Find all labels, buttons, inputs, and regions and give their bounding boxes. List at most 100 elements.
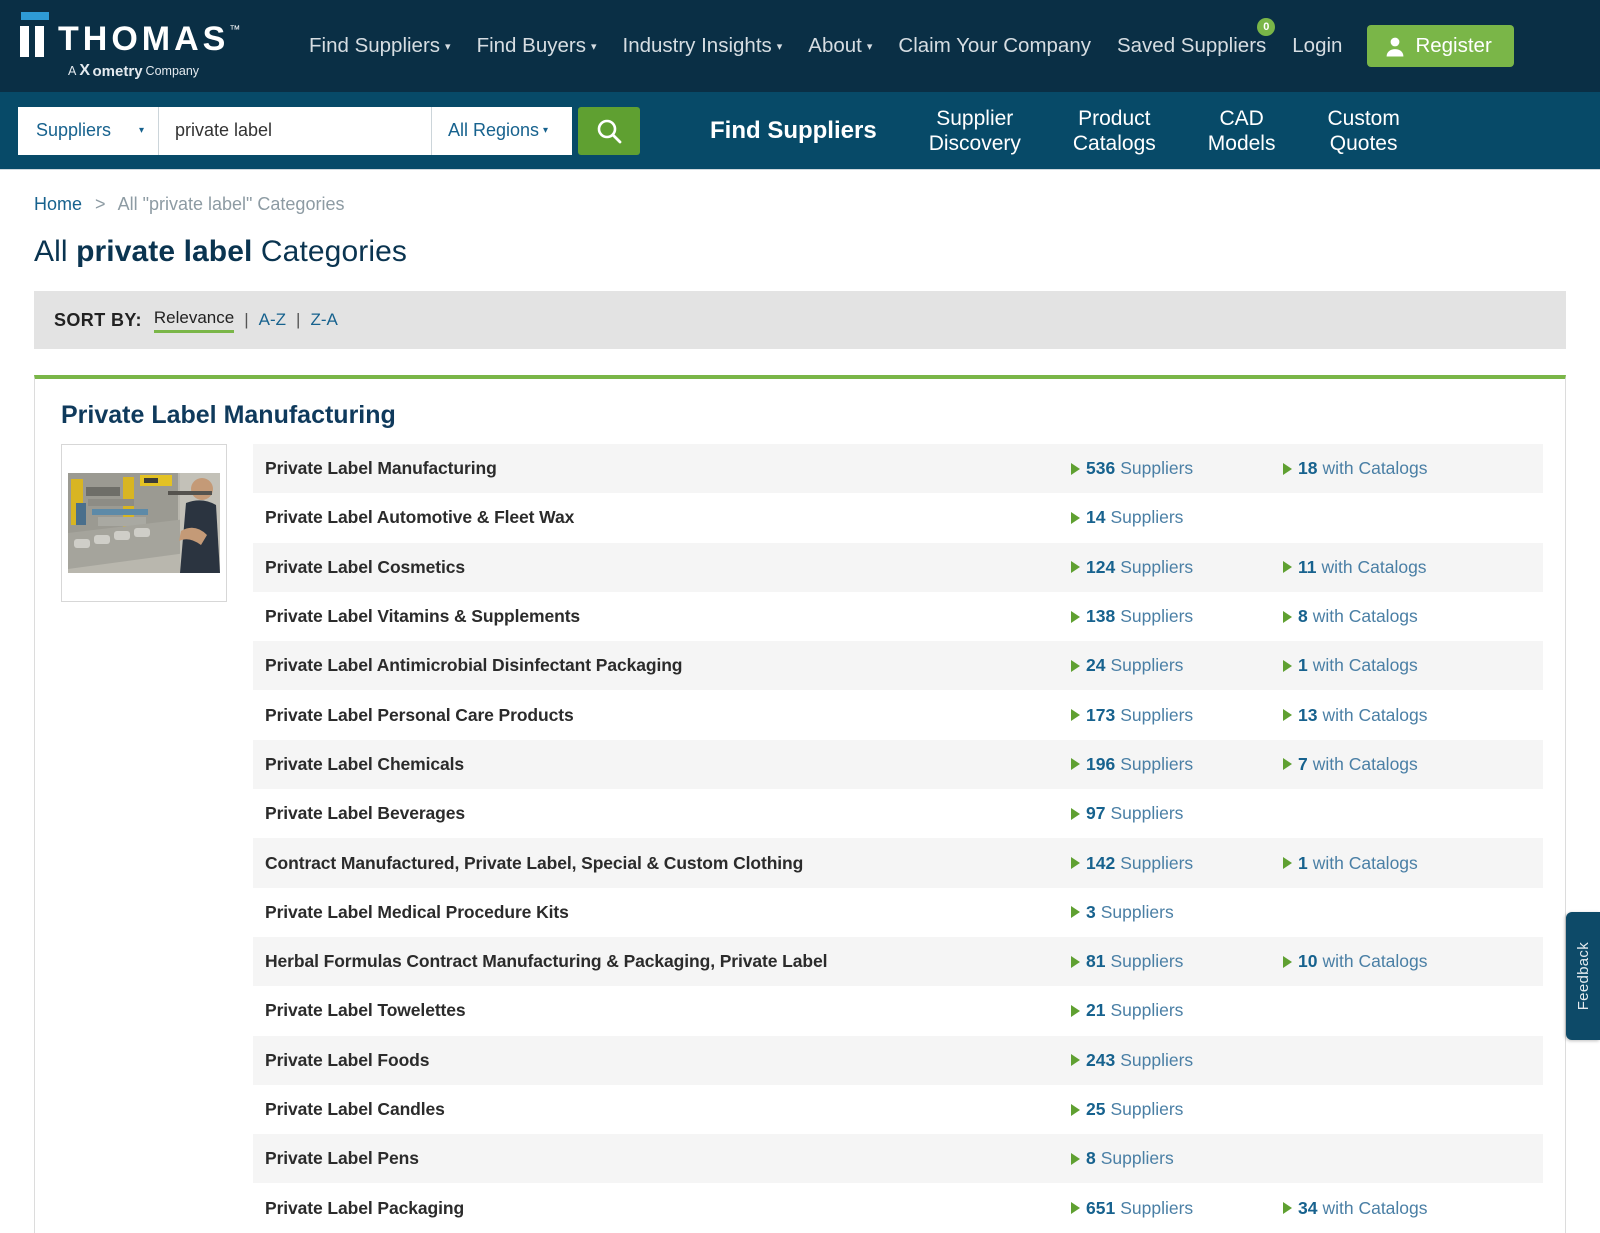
row-category-name: Private Label Personal Care Products — [265, 705, 1071, 726]
row-suppliers-link[interactable]: 243Suppliers — [1071, 1050, 1283, 1071]
nav-saved-suppliers[interactable]: Saved Suppliers0 — [1104, 30, 1279, 62]
row-suppliers-link[interactable]: 651Suppliers — [1071, 1198, 1283, 1219]
row-catalogs-label: with Catalogs — [1322, 705, 1427, 726]
row-catalogs-label: with Catalogs — [1322, 557, 1427, 578]
sort-option-az[interactable]: A-Z — [259, 310, 286, 330]
secnav-supplier-discovery[interactable]: Supplier Discovery — [903, 106, 1047, 156]
table-row[interactable]: Herbal Formulas Contract Manufacturing &… — [253, 937, 1543, 986]
row-suppliers-link[interactable]: 536Suppliers — [1071, 458, 1283, 479]
thomas-logo[interactable]: THOMAS ™ A Xometry Company — [18, 12, 270, 80]
table-row[interactable]: Private Label Medical Procedure Kits 3Su… — [253, 888, 1543, 937]
row-catalogs-link[interactable]: 13with Catalogs — [1283, 705, 1543, 726]
row-catalogs-count: 10 — [1298, 951, 1317, 972]
chevron-down-icon: ▾ — [867, 41, 873, 53]
category-card: Private Label Manufacturing — [34, 375, 1566, 1233]
tagline-company: Company — [146, 64, 200, 78]
nav-industry-insights[interactable]: Industry Insights ▾ — [610, 30, 796, 62]
nav-claim-your-company[interactable]: Claim Your Company — [885, 30, 1104, 62]
row-catalogs-link[interactable]: 8with Catalogs — [1283, 606, 1543, 627]
table-row[interactable]: Private Label Candles 25Suppliers — [253, 1085, 1543, 1134]
table-row[interactable]: Private Label Towelettes 21Suppliers — [253, 986, 1543, 1035]
row-suppliers-count: 196 — [1086, 754, 1115, 775]
table-row[interactable]: Private Label Pens 8Suppliers — [253, 1134, 1543, 1183]
row-suppliers-link[interactable]: 14Suppliers — [1071, 507, 1283, 528]
category-card-title: Private Label Manufacturing — [35, 379, 1565, 444]
nav-find-suppliers[interactable]: Find Suppliers▾ — [296, 30, 464, 62]
nav-login[interactable]: Login — [1279, 30, 1355, 62]
row-suppliers-label: Suppliers — [1120, 1050, 1193, 1071]
table-row[interactable]: Private Label Foods 243Suppliers — [253, 1036, 1543, 1085]
row-suppliers-link[interactable]: 81Suppliers — [1071, 951, 1283, 972]
nav-label: Find Buyers — [477, 34, 586, 57]
row-catalogs-link[interactable]: 18with Catalogs — [1283, 458, 1543, 479]
row-suppliers-link[interactable]: 21Suppliers — [1071, 1000, 1283, 1021]
secnav-product-catalogs[interactable]: Product Catalogs — [1047, 106, 1182, 156]
register-button-label: Register — [1415, 34, 1491, 58]
secnav-label-line2: Quotes — [1330, 132, 1398, 155]
row-catalogs-count: 7 — [1298, 754, 1308, 775]
row-suppliers-count: 25 — [1086, 1099, 1105, 1120]
row-catalogs-link[interactable]: 7with Catalogs — [1283, 754, 1543, 775]
row-suppliers-link[interactable]: 142Suppliers — [1071, 853, 1283, 874]
triangle-right-icon — [1071, 808, 1080, 820]
row-suppliers-link[interactable]: 124Suppliers — [1071, 557, 1283, 578]
chevron-down-icon: ▾ — [139, 125, 144, 136]
row-catalogs-count: 18 — [1298, 458, 1317, 479]
register-button[interactable]: Register — [1367, 25, 1513, 67]
triangle-right-icon — [1283, 857, 1292, 869]
row-catalogs-link[interactable]: 10with Catalogs — [1283, 951, 1543, 972]
row-category-name: Private Label Pens — [265, 1148, 1071, 1169]
row-suppliers-link[interactable]: 25Suppliers — [1071, 1099, 1283, 1120]
table-row[interactable]: Private Label Chemicals 196Suppliers 7wi… — [253, 740, 1543, 789]
row-suppliers-link[interactable]: 97Suppliers — [1071, 803, 1283, 824]
sort-separator-2: | — [296, 310, 300, 330]
row-catalogs-link[interactable]: 11with Catalogs — [1283, 557, 1543, 578]
table-row[interactable]: Private Label Beverages 97Suppliers — [253, 789, 1543, 838]
sort-option-relevance[interactable]: Relevance — [154, 308, 234, 333]
table-row[interactable]: Private Label Cosmetics 124Suppliers 11w… — [253, 543, 1543, 592]
row-suppliers-link[interactable]: 24Suppliers — [1071, 655, 1283, 676]
chevron-down-icon: ▾ — [777, 41, 783, 53]
row-suppliers-link[interactable]: 196Suppliers — [1071, 754, 1283, 775]
secnav-find-suppliers[interactable]: Find Suppliers — [684, 118, 903, 143]
row-suppliers-link[interactable]: 173Suppliers — [1071, 705, 1283, 726]
table-row[interactable]: Private Label Automotive & Fleet Wax 14S… — [253, 493, 1543, 542]
nav-label: Industry Insights — [623, 34, 772, 57]
table-row[interactable]: Private Label Manufacturing 536Suppliers… — [253, 444, 1543, 493]
search-type-dropdown[interactable]: Suppliers ▾ — [18, 107, 158, 155]
triangle-right-icon — [1283, 709, 1292, 721]
row-suppliers-count: 651 — [1086, 1198, 1115, 1219]
primary-navigation: Find Suppliers▾ Find Buyers▾ Industry In… — [296, 25, 1582, 67]
region-dropdown[interactable]: All Regions ▾ — [432, 107, 572, 155]
breadcrumb-home[interactable]: Home — [34, 194, 82, 214]
nav-label: Find Suppliers — [309, 34, 440, 57]
search-input[interactable] — [159, 107, 431, 155]
search-submit-button[interactable] — [578, 107, 640, 155]
table-row[interactable]: Private Label Vitamins & Supplements 138… — [253, 592, 1543, 641]
secnav-label-line1: Custom — [1327, 107, 1399, 130]
table-row[interactable]: Private Label Antimicrobial Disinfectant… — [253, 641, 1543, 690]
secnav-custom-quotes[interactable]: Custom Quotes — [1301, 106, 1425, 156]
sort-option-za[interactable]: Z-A — [310, 310, 337, 330]
table-row[interactable]: Private Label Packaging 651Suppliers 34w… — [253, 1183, 1543, 1232]
nav-find-buyers[interactable]: Find Buyers▾ — [464, 30, 610, 62]
nav-about[interactable]: About▾ — [795, 30, 885, 62]
row-suppliers-count: 81 — [1086, 951, 1105, 972]
triangle-right-icon — [1071, 1202, 1080, 1214]
row-catalogs-link[interactable]: 1with Catalogs — [1283, 655, 1543, 676]
category-card-body: Private Label Manufacturing 536Suppliers… — [35, 444, 1565, 1233]
row-suppliers-link[interactable]: 8Suppliers — [1071, 1148, 1283, 1169]
table-row[interactable]: Private Label Personal Care Products 173… — [253, 690, 1543, 739]
row-catalogs-link[interactable]: 34with Catalogs — [1283, 1198, 1543, 1219]
row-suppliers-link[interactable]: 138Suppliers — [1071, 606, 1283, 627]
row-suppliers-label: Suppliers — [1110, 655, 1183, 676]
row-suppliers-link[interactable]: 3Suppliers — [1071, 902, 1283, 923]
table-row[interactable]: Contract Manufactured, Private Label, Sp… — [253, 838, 1543, 887]
triangle-right-icon — [1071, 1054, 1080, 1066]
secnav-cad-models[interactable]: CAD Models — [1182, 106, 1302, 156]
row-category-name: Private Label Antimicrobial Disinfectant… — [265, 655, 1071, 676]
row-catalogs-count: 13 — [1298, 705, 1317, 726]
row-catalogs-link[interactable]: 1with Catalogs — [1283, 853, 1543, 874]
feedback-tab[interactable]: Feedback — [1566, 912, 1600, 1040]
row-category-name: Contract Manufactured, Private Label, Sp… — [265, 853, 1071, 874]
